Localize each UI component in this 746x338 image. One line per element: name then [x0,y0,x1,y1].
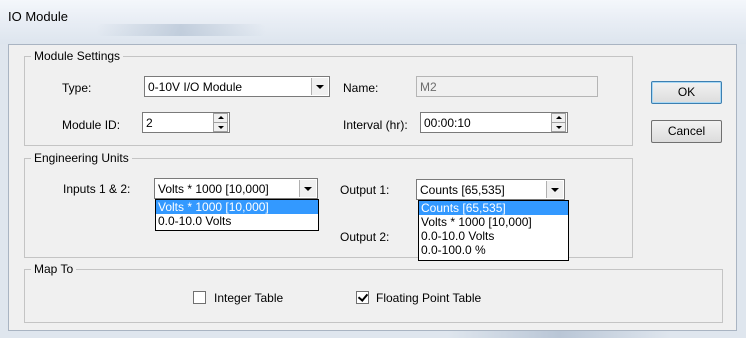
interval-spinner[interactable] [551,113,566,132]
type-combo-arrow-icon[interactable] [311,78,328,95]
output1-option[interactable]: 0.0-100.0 % [419,243,568,257]
output1-combo[interactable]: Counts [65,535] [416,179,565,200]
integer-table-checkbox[interactable] [193,291,206,304]
name-field[interactable]: M2 [416,76,598,97]
name-label: Name: [343,81,379,95]
dialog-client-area: Module Settings Type: 0-10V I/O Module N… [8,44,737,331]
inputs-combo[interactable]: Volts * 1000 [10,000] [154,178,318,199]
spin-up-icon[interactable] [214,114,227,123]
module-id-spinner[interactable] [213,113,228,132]
spin-down-icon[interactable] [552,123,565,131]
type-combo[interactable]: 0-10V I/O Module [144,76,330,97]
map-to-group: Map To [24,263,723,323]
output1-combo-arrow-icon[interactable] [546,181,563,198]
window-title: IO Module [8,9,68,24]
title-bar-glass [96,24,266,36]
output1-combo-value: Counts [65,535] [420,183,505,197]
cancel-button[interactable]: Cancel [651,120,722,143]
type-combo-value: 0-10V I/O Module [148,80,243,94]
spin-down-icon[interactable] [214,123,227,131]
integer-table-label[interactable]: Integer Table [214,291,283,305]
type-label: Type: [62,81,92,95]
inputs-label: Inputs 1 & 2: [63,182,131,196]
inputs-option[interactable]: Volts * 1000 [10,000] [156,200,318,214]
map-to-legend: Map To [34,262,74,276]
output1-dropdown-list: Counts [65,535] Volts * 1000 [10,000] 0.… [418,200,569,261]
interval-value: 00:00:10 [424,116,471,130]
ok-button[interactable]: OK [651,81,722,104]
floating-point-table-checkbox[interactable] [356,291,369,304]
inputs-option[interactable]: 0.0-10.0 Volts [156,214,318,228]
interval-field[interactable]: 00:00:10 [420,112,568,133]
output1-option[interactable]: Volts * 1000 [10,000] [419,215,568,229]
inputs-combo-value: Volts * 1000 [10,000] [158,182,269,196]
output2-label: Output 2: [340,230,390,244]
engineering-units-legend: Engineering Units [34,151,129,165]
title-bar[interactable]: IO Module [0,0,746,44]
output1-label: Output 1: [340,183,390,197]
output1-option[interactable]: 0.0-10.0 Volts [419,229,568,243]
inputs-dropdown-list: Volts * 1000 [10,000] 0.0-10.0 Volts [155,199,319,231]
spin-up-icon[interactable] [552,114,565,123]
name-field-value: M2 [420,80,437,94]
floating-point-table-label[interactable]: Floating Point Table [376,291,481,305]
module-id-label: Module ID: [62,118,121,132]
window-bottom-frame [0,331,746,338]
module-id-value: 2 [146,116,153,130]
module-settings-legend: Module Settings [34,49,121,63]
interval-label: Interval (hr): [343,118,408,132]
inputs-combo-arrow-icon[interactable] [299,180,316,197]
output1-option[interactable]: Counts [65,535] [419,201,568,215]
module-id-field[interactable]: 2 [142,112,230,133]
